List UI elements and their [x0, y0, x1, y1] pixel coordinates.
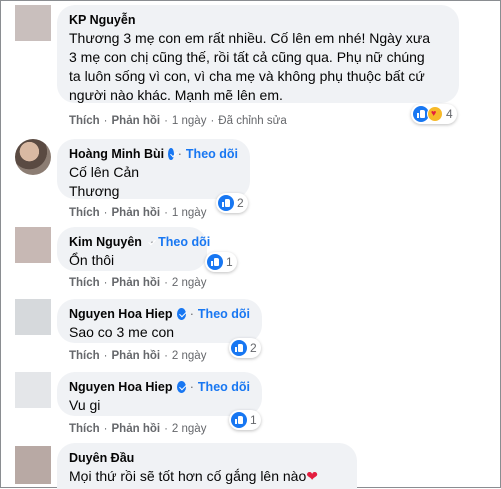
follow-button[interactable]: Theo dõi [198, 380, 250, 394]
follow-button[interactable]: Theo dõi [186, 147, 238, 161]
commenter-name[interactable]: Duyên Đầu [69, 451, 345, 465]
comment-bubble: Nguyen Hoa Hiep · Theo dõi Sao co 3 me c… [57, 299, 262, 343]
avatar[interactable] [15, 227, 51, 263]
like-button[interactable]: Thích [69, 207, 100, 219]
reaction-number: 4 [446, 107, 453, 121]
commenter-name: Nguyen Hoa Hiep · Theo dõi [69, 307, 250, 321]
comment-actions: Thích · Phản hồi · 1 ngày [69, 207, 210, 219]
like-button[interactable]: Thích [69, 115, 100, 127]
reaction-number: 1 [226, 255, 233, 269]
commenter-name: Nguyen Hoa Hiep · Theo dõi [69, 380, 250, 394]
timestamp[interactable]: 1 ngày [172, 207, 207, 219]
reaction-number: 2 [237, 196, 244, 210]
comment-text: Ổn thôi [69, 252, 115, 268]
separator: · [210, 115, 215, 127]
comment-actions: Thích · Phản hồi · 2 ngày [69, 423, 210, 435]
like-button[interactable]: Thích [69, 277, 100, 289]
comment-text: Sao co 3 me con [69, 324, 175, 340]
reply-button[interactable]: Phản hồi [112, 207, 161, 219]
separator: · [164, 423, 168, 435]
follow-button[interactable]: Theo dõi [198, 307, 250, 321]
like-button[interactable]: Thích [69, 350, 100, 362]
comment-bubble: KP Nguyễn Thương 3 mẹ con em rất nhiều. … [57, 5, 459, 103]
reaction-count[interactable]: 1 [205, 252, 237, 272]
separator: · [189, 380, 194, 394]
comment-bubble: Hoàng Minh Bùi · Theo dõi Cố lên Cản Thư… [57, 139, 250, 199]
comment-actions: Thích · Phản hồi · 2 ngày [69, 277, 210, 289]
edited-label: Đã chỉnh sửa [218, 115, 287, 127]
reaction-count[interactable]: 2 [229, 338, 261, 358]
separator: · [103, 277, 108, 289]
comment-bubble: Duyên Đầu Mọi thứ rồi sẽ tốt hơn cố gắng… [57, 443, 357, 489]
separator: · [177, 147, 182, 161]
reply-button[interactable]: Phản hồi [112, 423, 161, 435]
verified-badge-icon [176, 308, 186, 320]
like-reaction-icon [207, 254, 223, 270]
separator: · [164, 115, 168, 127]
like-reaction-icon [218, 195, 234, 211]
separator: · [103, 115, 108, 127]
like-reaction-icon [231, 340, 247, 356]
comment-text: Vu gi [69, 397, 101, 413]
commenter-name: Kim Nguyên · Theo dõi [69, 235, 211, 249]
timestamp[interactable]: 2 ngày [172, 277, 207, 289]
verified-badge-icon [176, 381, 186, 393]
separator: · [103, 207, 108, 219]
avatar[interactable] [15, 5, 51, 41]
reaction-count[interactable]: 4 [411, 104, 457, 124]
avatar[interactable] [15, 139, 51, 175]
verified-badge-icon [168, 148, 174, 160]
reaction-number: 2 [250, 341, 257, 355]
commenter-name: Hoàng Minh Bùi · Theo dõi [69, 147, 238, 161]
reply-button[interactable]: Phản hồi [112, 277, 161, 289]
follow-button[interactable]: Theo dõi [158, 235, 210, 249]
separator: · [103, 350, 108, 362]
separator: · [164, 277, 168, 289]
reply-button[interactable]: Phản hồi [112, 115, 161, 127]
avatar[interactable] [15, 446, 51, 484]
reaction-count[interactable]: 1 [229, 410, 261, 430]
avatar[interactable] [15, 299, 51, 335]
reply-button[interactable]: Phản hồi [112, 350, 161, 362]
avatar[interactable] [15, 372, 51, 408]
separator: · [103, 423, 108, 435]
comment-text: Mọi thứ rồi sẽ tốt hơn cố gắng lên nào❤ [69, 468, 318, 484]
care-reaction-icon [427, 106, 443, 122]
comment-text: Cố lên Cản Thương [69, 164, 140, 199]
timestamp[interactable]: 2 ngày [172, 423, 207, 435]
separator: · [189, 307, 194, 321]
reaction-count[interactable]: 2 [216, 193, 248, 213]
like-button[interactable]: Thích [69, 423, 100, 435]
separator: · [164, 350, 168, 362]
like-reaction-icon [231, 412, 247, 428]
comment-bubble: Nguyen Hoa Hiep · Theo dõi Vu gi [57, 372, 262, 416]
separator: · [164, 207, 168, 219]
comment-actions: Thích · Phản hồi · 1 ngày · Đã chỉnh sửa [69, 115, 291, 127]
timestamp[interactable]: 2 ngày [172, 350, 207, 362]
comment-actions: Thích · Phản hồi · 2 ngày [69, 350, 210, 362]
heart-icon: ❤ [306, 468, 318, 484]
reaction-number: 1 [250, 413, 257, 427]
comment-text: Thương 3 mẹ con em rất nhiều. Cố lên em … [69, 30, 430, 103]
commenter-name[interactable]: KP Nguyễn [69, 13, 447, 27]
comment-bubble: Kim Nguyên · Theo dõi Ổn thôi [57, 227, 211, 271]
timestamp[interactable]: 1 ngày [172, 115, 207, 127]
